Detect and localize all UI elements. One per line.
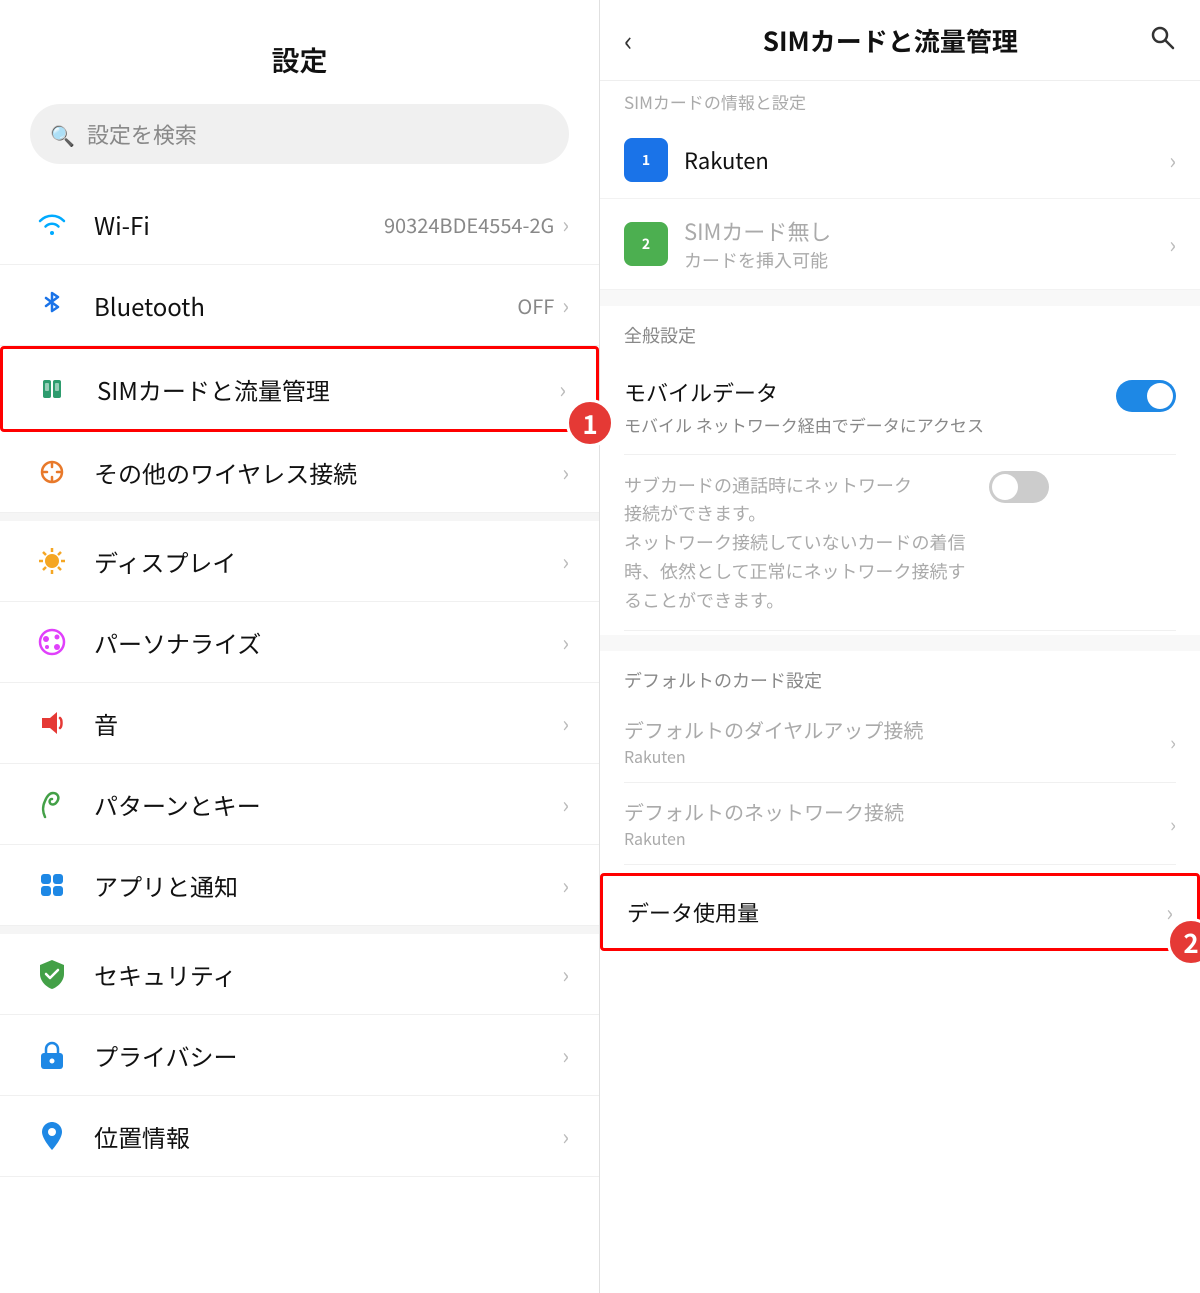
general-settings-section: 全般設定 モバイルデータ モバイル ネットワーク経由でデータにアクセス サブカー…: [600, 306, 1200, 635]
section-divider-2: [600, 635, 1200, 651]
app-icon: [30, 863, 74, 907]
sim-label: SIMカードと流量管理: [97, 372, 559, 407]
wifi-label: Wi-Fi: [94, 207, 384, 242]
section-divider-1: [600, 290, 1200, 306]
sim-chevron: ›: [559, 373, 566, 405]
settings-item-wifi[interactable]: Wi-Fi 90324BDE4554-2G ›: [0, 184, 599, 265]
settings-item-security[interactable]: セキュリティ ›: [0, 934, 599, 1015]
right-panel: ‹ SIMカードと流量管理 SIMカードの情報と設定 1 Rakuten › 2…: [600, 0, 1200, 1293]
sim2-label: SIMカード無し カードを挿入可能: [684, 215, 1169, 273]
sim1-chevron: ›: [1169, 144, 1176, 176]
sim1-icon: 1: [624, 138, 668, 182]
wireless-icon: [30, 450, 74, 494]
default-network-item[interactable]: デフォルトのネットワーク接続 Rakuten ›: [624, 783, 1176, 865]
personalize-icon: [30, 620, 74, 664]
sim-card-icon: [33, 367, 77, 411]
sim1-item[interactable]: 1 Rakuten ›: [600, 122, 1200, 199]
wireless-label: その他のワイヤレス接続: [94, 455, 562, 490]
mobile-data-toggle[interactable]: [1116, 380, 1176, 412]
settings-item-bluetooth[interactable]: Bluetooth OFF ›: [0, 265, 599, 346]
security-chevron: ›: [562, 958, 569, 990]
wifi-icon: [30, 202, 74, 246]
wireless-chevron: ›: [562, 456, 569, 488]
display-chevron: ›: [562, 545, 569, 577]
mobile-data-title: モバイルデータ: [624, 376, 1104, 408]
sound-label: 音: [94, 706, 562, 741]
pattern-label: パターンとキー: [94, 787, 562, 822]
settings-item-sim[interactable]: SIMカードと流量管理 › 1: [0, 346, 599, 432]
default-dialup-item[interactable]: デフォルトのダイヤルアップ接続 Rakuten ›: [624, 701, 1176, 783]
settings-item-privacy[interactable]: プライバシー ›: [0, 1015, 599, 1096]
app-label: アプリと通知: [94, 868, 562, 903]
settings-list-display: ディスプレイ › パーソナライズ ›: [0, 521, 599, 926]
location-icon: [30, 1114, 74, 1158]
settings-item-pattern[interactable]: パターンとキー ›: [0, 764, 599, 845]
dc-dialup-text: デフォルトのダイヤルアップ接続 Rakuten: [624, 715, 1170, 768]
right-panel-header: ‹ SIMカードと流量管理: [600, 0, 1200, 81]
data-usage-row[interactable]: データ使用量 › 2: [600, 873, 1200, 951]
back-button[interactable]: ‹: [624, 20, 632, 60]
sound-chevron: ›: [562, 707, 569, 739]
sim2-item[interactable]: 2 SIMカード無し カードを挿入可能 ›: [600, 199, 1200, 290]
search-icon: 🔍: [50, 120, 75, 149]
general-settings-title: 全般設定: [624, 322, 1176, 348]
settings-list-security: セキュリティ › プライバシー › 位置情報: [0, 934, 599, 1177]
right-panel-title: SIMカードと流量管理: [648, 22, 1132, 59]
personalize-chevron: ›: [562, 626, 569, 658]
divider-1: [0, 513, 599, 521]
dc-network-text: デフォルトのネットワーク接続 Rakuten: [624, 797, 1170, 850]
privacy-label: プライバシー: [94, 1038, 562, 1073]
mobile-data-row: モバイルデータ モバイル ネットワーク経由でデータにアクセス: [624, 360, 1176, 455]
step-badge-2: 2: [1167, 918, 1200, 966]
left-panel-title: 設定: [0, 20, 599, 104]
pattern-chevron: ›: [562, 788, 569, 820]
privacy-icon: [30, 1033, 74, 1077]
sim-section-scroll-label: SIMカードの情報と設定: [600, 81, 1200, 122]
mobile-data-text: モバイルデータ モバイル ネットワーク経由でデータにアクセス: [624, 376, 1104, 438]
subcard-row: サブカードの通話時にネットワーク 接続ができます。 ネットワーク接続していないカ…: [624, 455, 1176, 632]
settings-item-display[interactable]: ディスプレイ ›: [0, 521, 599, 602]
settings-item-app[interactable]: アプリと通知 ›: [0, 845, 599, 926]
right-search-icon[interactable]: [1148, 22, 1176, 59]
dialup-chevron: ›: [1170, 727, 1176, 756]
divider-2: [0, 926, 599, 934]
settings-item-personalize[interactable]: パーソナライズ ›: [0, 602, 599, 683]
personalize-label: パーソナライズ: [94, 625, 562, 660]
subcard-toggle[interactable]: [989, 471, 1049, 503]
security-icon: [30, 952, 74, 996]
wifi-value: 90324BDE4554-2G: [384, 210, 554, 239]
bluetooth-label: Bluetooth: [94, 288, 517, 323]
location-label: 位置情報: [94, 1119, 562, 1154]
bluetooth-chevron: ›: [562, 289, 569, 321]
bluetooth-value: OFF: [517, 291, 554, 320]
default-card-section-title: デフォルトのカード設定: [624, 667, 1176, 693]
display-icon: [30, 539, 74, 583]
sim2-icon: 2: [624, 222, 668, 266]
privacy-chevron: ›: [562, 1039, 569, 1071]
mobile-data-desc: モバイル ネットワーク経由でデータにアクセス: [624, 412, 1104, 438]
sim2-chevron: ›: [1169, 228, 1176, 260]
bluetooth-icon: [30, 283, 74, 327]
subcard-text: サブカードの通話時にネットワーク 接続ができます。 ネットワーク接続していないカ…: [624, 471, 965, 615]
left-panel: 設定 🔍 設定を検索 Wi-Fi 90324BDE4554-2G ›: [0, 0, 600, 1293]
settings-item-wireless[interactable]: その他のワイヤレス接続 ›: [0, 432, 599, 513]
app-chevron: ›: [562, 869, 569, 901]
wifi-chevron: ›: [562, 208, 569, 240]
data-usage-label: データ使用量: [627, 896, 1166, 928]
network-chevron: ›: [1170, 809, 1176, 838]
search-bar[interactable]: 🔍 設定を検索: [30, 104, 569, 164]
search-input-placeholder: 設定を検索: [87, 118, 197, 150]
sound-icon: [30, 701, 74, 745]
security-label: セキュリティ: [94, 957, 562, 992]
location-chevron: ›: [562, 1120, 569, 1152]
step-badge-1: 1: [566, 399, 614, 447]
sim1-label: Rakuten: [684, 144, 1169, 176]
settings-list-network: Wi-Fi 90324BDE4554-2G › Bluetooth OFF ›: [0, 184, 599, 513]
settings-item-location[interactable]: 位置情報 ›: [0, 1096, 599, 1177]
display-label: ディスプレイ: [94, 544, 562, 579]
settings-item-sound[interactable]: 音 ›: [0, 683, 599, 764]
default-card-section: デフォルトのカード設定 デフォルトのダイヤルアップ接続 Rakuten › デフ…: [600, 651, 1200, 865]
data-usage-chevron: ›: [1166, 896, 1173, 928]
pattern-icon: [30, 782, 74, 826]
